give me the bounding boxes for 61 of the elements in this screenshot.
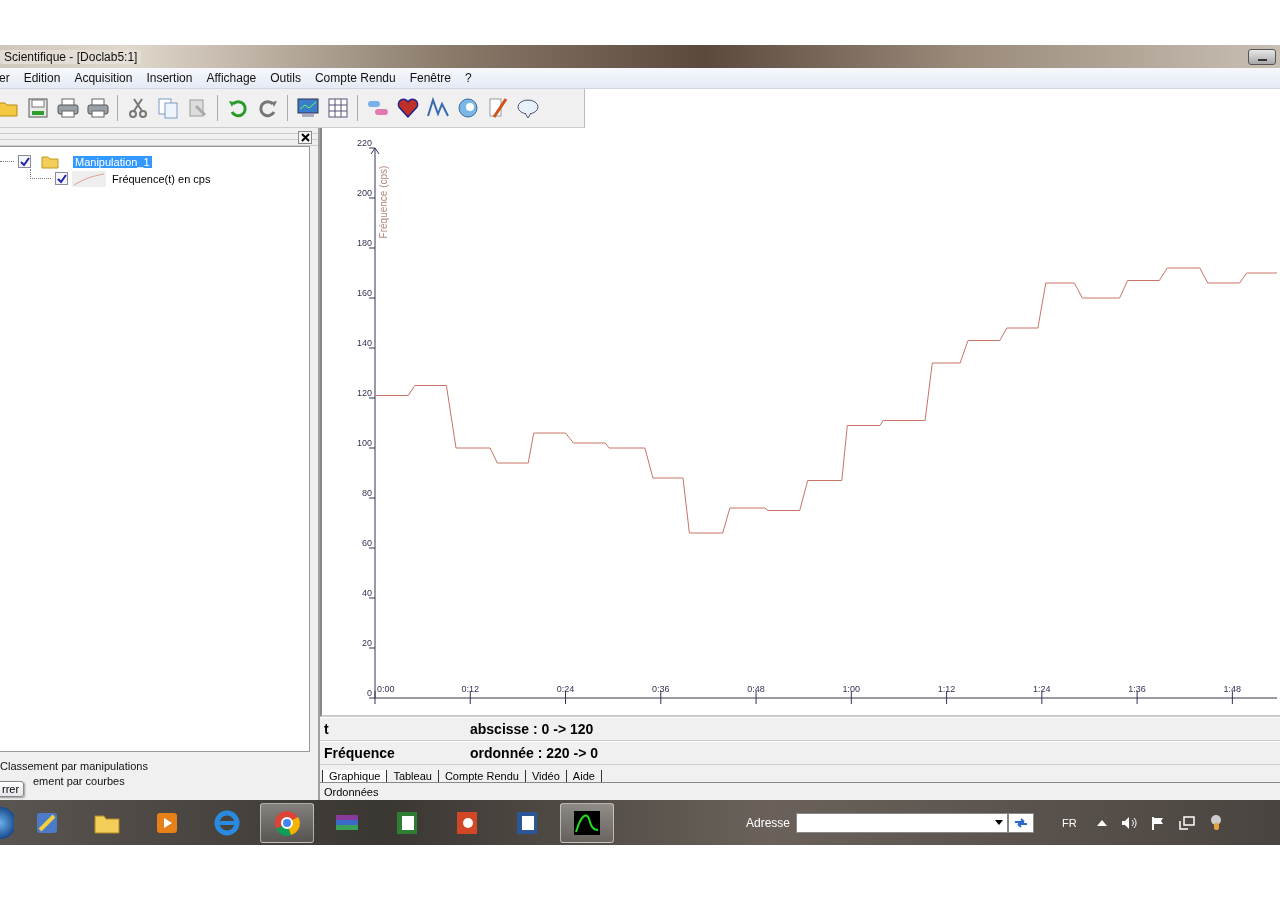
dropdown-arrow-icon[interactable] xyxy=(995,820,1004,825)
minimize-button[interactable] xyxy=(1248,48,1276,65)
menu-item[interactable]: Outils xyxy=(270,71,301,85)
y-tick-label: 180 xyxy=(356,238,372,248)
address-field[interactable] xyxy=(796,812,1009,833)
flag-icon[interactable] xyxy=(1150,815,1165,830)
axis-name: Fréquence xyxy=(323,745,396,762)
menu-item[interactable]: Acquisition xyxy=(74,71,133,85)
go-button[interactable] xyxy=(1008,812,1035,833)
menu-item[interactable]: er xyxy=(0,71,10,85)
x-tick-label: 0:00 xyxy=(377,684,395,694)
x-tick-label: 0:24 xyxy=(556,684,575,694)
curve-icon[interactable] xyxy=(560,802,614,843)
y-tick-label: 200 xyxy=(356,188,372,198)
menu-item[interactable]: Affichage xyxy=(206,71,257,85)
x-tick-label: 1:36 xyxy=(1128,684,1146,694)
language-indicator[interactable]: FR xyxy=(1062,816,1077,829)
folder-icon xyxy=(41,154,59,169)
menu-item[interactable]: Insertion xyxy=(146,71,193,85)
y-tick-label: 80 xyxy=(362,488,372,498)
x-tick-label: 0:36 xyxy=(652,684,670,694)
axis-range: abscisse : 0 -> 120 xyxy=(469,721,594,738)
tooltip: rrer xyxy=(0,781,25,797)
y-tick-label: 20 xyxy=(362,638,372,648)
checkbox[interactable] xyxy=(55,172,68,185)
menu-item[interactable]: Fenêtre xyxy=(409,71,452,85)
tab[interactable]: Graphique xyxy=(322,770,388,782)
y-tick-label: 0 xyxy=(367,688,372,698)
menu-item[interactable]: ? xyxy=(465,71,472,85)
tree-item[interactable]: Fréquence(t) en cps xyxy=(110,172,213,185)
x-tick-label: 1:24 xyxy=(1033,684,1051,694)
hand-icon[interactable] xyxy=(1208,814,1223,831)
sort-option[interactable]: Classement par manipulations xyxy=(0,760,318,772)
y-tick-label: 40 xyxy=(362,588,372,598)
y-tick-label: 220 xyxy=(356,138,372,148)
curve-icon xyxy=(72,170,106,187)
x-tick-label: 1:48 xyxy=(1223,684,1242,694)
y-tick-label: 140 xyxy=(356,338,372,348)
x-tick-label: 1:00 xyxy=(842,684,861,694)
x-tick-label: 0:12 xyxy=(461,684,480,694)
y-tick-label: 120 xyxy=(356,388,372,398)
window-title: Scientifique - [Doclab5:1] xyxy=(0,49,142,64)
network-icon[interactable] xyxy=(1178,815,1195,830)
x-tick-label: 0:48 xyxy=(747,684,765,694)
arrows-icon xyxy=(1014,816,1029,829)
menu-item[interactable]: Compte Rendu xyxy=(314,71,396,85)
checkbox[interactable] xyxy=(18,155,31,168)
status-text: Ordonnées xyxy=(323,784,380,800)
axis-name: t xyxy=(323,721,330,738)
address-label: Adresse xyxy=(746,815,791,830)
y-tick-label: 100 xyxy=(356,438,372,448)
y-tick-label: 160 xyxy=(356,288,372,298)
menu-item[interactable]: Edition xyxy=(23,71,61,85)
x-tick-label: 1:12 xyxy=(937,684,956,694)
speaker-icon[interactable] xyxy=(1120,815,1137,830)
start-button[interactable] xyxy=(0,804,14,841)
axis-range: ordonnée : 220 -> 0 xyxy=(469,745,598,762)
y-tick-label: 60 xyxy=(362,538,372,548)
y-axis-title: Fréquence (cps) xyxy=(378,165,389,239)
close-button[interactable] xyxy=(298,130,312,144)
up-arrow-icon[interactable] xyxy=(1096,819,1107,826)
